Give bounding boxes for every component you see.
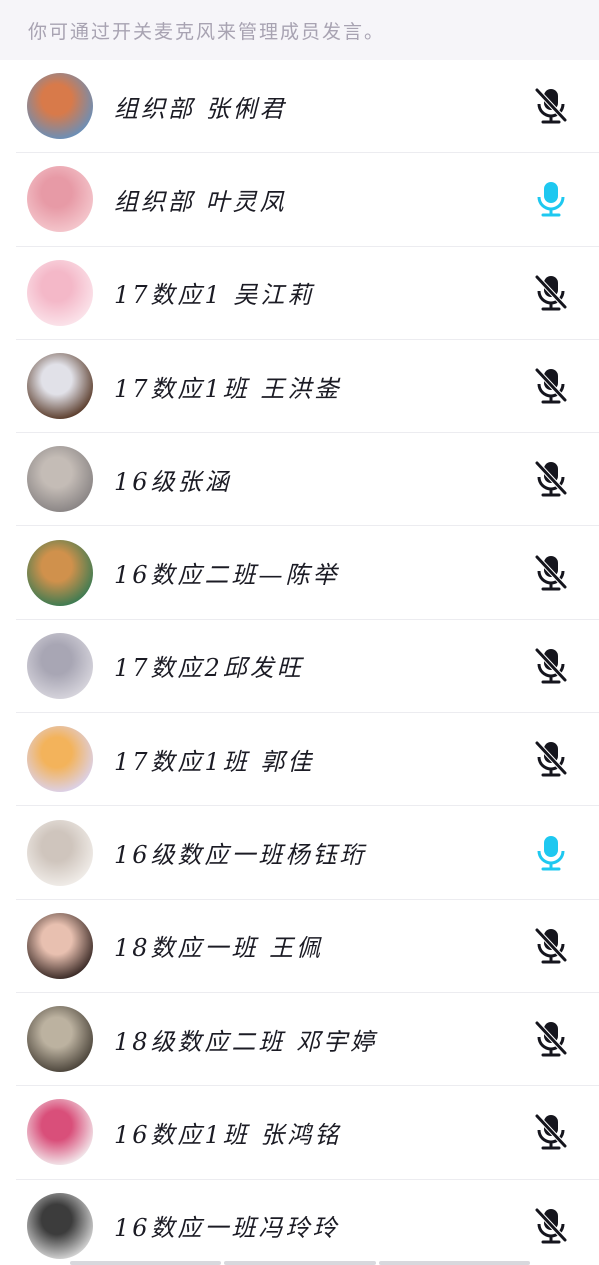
member-row: 组织部 叶灵凤 bbox=[16, 153, 599, 247]
scroll-indicator bbox=[70, 1261, 530, 1265]
mic-toggle-button[interactable] bbox=[531, 737, 571, 781]
member-name: 16数应二班—陈举 bbox=[114, 561, 340, 590]
member-row: 17数应1 吴江莉 bbox=[16, 247, 599, 340]
mic-off-icon bbox=[533, 926, 569, 966]
avatar[interactable] bbox=[27, 912, 93, 979]
avatar[interactable] bbox=[27, 632, 93, 699]
avatar[interactable] bbox=[27, 819, 93, 886]
member-name: 18级数应二班 邓宇婷 bbox=[114, 1027, 378, 1056]
mic-off-icon bbox=[533, 273, 569, 313]
mic-toggle-button[interactable] bbox=[531, 644, 571, 688]
member-row: 16级张涵 bbox=[16, 433, 599, 527]
member-row: 18级数应二班 邓宇婷 bbox=[16, 993, 599, 1087]
mic-toggle-button[interactable] bbox=[531, 1017, 571, 1061]
member-row: 16数应二班—陈举 bbox=[16, 526, 599, 620]
member-name: 17数应1 吴江莉 bbox=[114, 281, 315, 310]
mic-off-icon bbox=[533, 366, 569, 406]
member-name: 组织部 叶灵凤 bbox=[114, 187, 287, 216]
mic-toggle-button[interactable] bbox=[531, 831, 571, 875]
member-name: 组织部 张俐君 bbox=[114, 94, 287, 123]
hint-bar: 你可通过开关麦克风来管理成员发言。 bbox=[0, 0, 599, 60]
avatar[interactable] bbox=[27, 353, 93, 420]
member-row: 组织部 张俐君 bbox=[16, 60, 599, 154]
member-name: 16级张涵 bbox=[114, 467, 232, 496]
mic-toggle-button[interactable] bbox=[531, 84, 571, 128]
member-name: 17数应2邱发旺 bbox=[114, 654, 304, 683]
member-row: 18数应一班 王佩 bbox=[16, 900, 599, 993]
member-row: 16级数应一班杨钰珩 bbox=[16, 806, 599, 900]
mic-toggle-button[interactable] bbox=[531, 924, 571, 968]
avatar[interactable] bbox=[27, 1006, 93, 1073]
avatar[interactable] bbox=[27, 726, 93, 793]
member-row: 16数应1班 张鸿铭 bbox=[16, 1086, 599, 1180]
avatar[interactable] bbox=[27, 1099, 93, 1166]
mic-off-icon bbox=[533, 1019, 569, 1059]
member-name: 16数应1班 张鸿铭 bbox=[114, 1120, 342, 1149]
member-name: 16级数应一班杨钰珩 bbox=[114, 841, 367, 870]
member-name: 17数应1班 王洪崟 bbox=[114, 374, 342, 403]
avatar[interactable] bbox=[27, 539, 93, 606]
mic-off-icon bbox=[533, 739, 569, 779]
mic-off-icon bbox=[533, 459, 569, 499]
mic-off-icon bbox=[533, 553, 569, 593]
member-row: 17数应1班 郭佳 bbox=[16, 713, 599, 807]
member-row: 17数应2邱发旺 bbox=[16, 620, 599, 714]
member-list: 组织部 张俐君 组织部 叶灵凤 17数应1 吴江莉 17数应1班 王洪崟 16级… bbox=[0, 60, 599, 1265]
mic-toggle-button[interactable] bbox=[531, 1110, 571, 1154]
mic-toggle-button[interactable] bbox=[531, 177, 571, 221]
mic-off-icon bbox=[533, 86, 569, 126]
mic-toggle-button[interactable] bbox=[531, 551, 571, 595]
mic-toggle-button[interactable] bbox=[531, 457, 571, 501]
avatar[interactable] bbox=[27, 166, 93, 233]
mic-on-icon bbox=[533, 833, 569, 873]
avatar[interactable] bbox=[27, 1192, 93, 1259]
member-name: 16数应一班冯玲玲 bbox=[114, 1214, 340, 1243]
mic-toggle-button[interactable] bbox=[531, 364, 571, 408]
member-name: 17数应1班 郭佳 bbox=[114, 747, 315, 776]
mic-toggle-button[interactable] bbox=[531, 271, 571, 315]
mic-off-icon bbox=[533, 646, 569, 686]
hint-text: 你可通过开关麦克风来管理成员发言。 bbox=[28, 20, 386, 43]
member-mic-management-page: 你可通过开关麦克风来管理成员发言。 组织部 张俐君 组织部 叶灵凤 17数应1 … bbox=[0, 0, 599, 1265]
member-name: 18数应一班 王佩 bbox=[114, 934, 324, 963]
avatar[interactable] bbox=[27, 73, 93, 140]
mic-off-icon bbox=[533, 1112, 569, 1152]
mic-toggle-button[interactable] bbox=[531, 1204, 571, 1248]
member-row: 16数应一班冯玲玲 bbox=[16, 1180, 599, 1265]
mic-off-icon bbox=[533, 1206, 569, 1246]
avatar[interactable] bbox=[27, 259, 93, 326]
mic-on-icon bbox=[533, 179, 569, 219]
member-row: 17数应1班 王洪崟 bbox=[16, 340, 599, 434]
avatar[interactable] bbox=[27, 446, 93, 513]
